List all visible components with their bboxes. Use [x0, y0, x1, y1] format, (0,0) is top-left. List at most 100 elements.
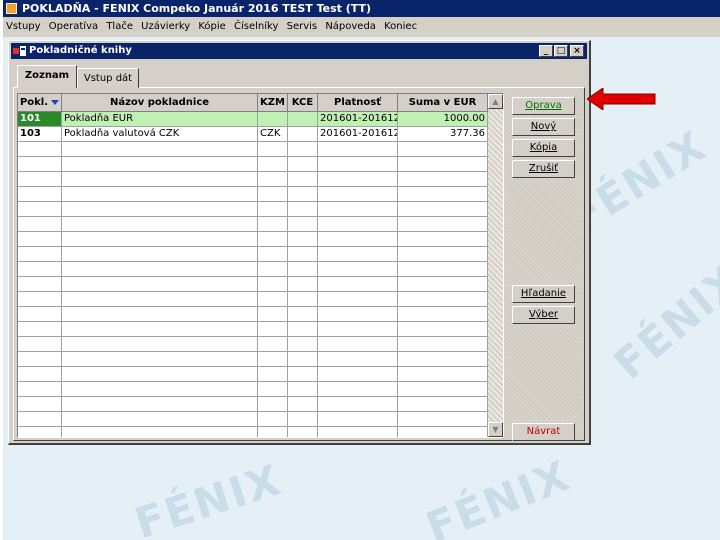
cell-kzm [258, 112, 288, 127]
menu-napoveda[interactable]: Nápoveda [322, 17, 378, 37]
hladanie-button[interactable]: Hľadanie [512, 285, 575, 303]
menu-ciselniky[interactable]: Číselníky [231, 17, 280, 37]
empty-cell [62, 352, 258, 367]
empty-table-row [18, 142, 488, 157]
cell-valid: 201601-201612 [318, 112, 398, 127]
empty-cell [398, 337, 488, 352]
scroll-down-button[interactable]: ▼ [488, 422, 503, 437]
sort-down-icon [51, 99, 60, 105]
empty-cell [62, 247, 258, 262]
tab-zoznam[interactable]: Zoznam [17, 65, 77, 88]
empty-cell [398, 352, 488, 367]
empty-cell [18, 217, 62, 232]
empty-cell [18, 337, 62, 352]
empty-cell [62, 367, 258, 382]
empty-table-row [18, 337, 488, 352]
empty-cell [318, 337, 398, 352]
empty-cell [258, 187, 288, 202]
column-header-kzm[interactable]: KZM [258, 94, 288, 112]
empty-cell [398, 217, 488, 232]
scroll-up-button[interactable]: ▲ [488, 94, 503, 109]
empty-cell [62, 142, 258, 157]
empty-cell [288, 367, 318, 382]
maximize-button[interactable]: □ [554, 45, 568, 57]
empty-table-row [18, 247, 488, 262]
empty-cell [18, 142, 62, 157]
menu-operativa[interactable]: Operatíva [46, 17, 100, 37]
table-row[interactable]: 101 Pokladňa EUR 201601-201612 1000.00 [18, 112, 488, 127]
vertical-scrollbar[interactable]: ▲ ▼ [488, 94, 503, 437]
cell-name: Pokladňa EUR [62, 112, 258, 127]
close-button[interactable]: × [570, 45, 584, 57]
empty-cell [18, 247, 62, 262]
empty-cell [398, 232, 488, 247]
empty-cell [318, 217, 398, 232]
column-header-kce[interactable]: KCE [288, 94, 318, 112]
empty-cell [18, 427, 62, 437]
red-arrow-icon [587, 88, 656, 110]
empty-cell [288, 172, 318, 187]
column-header-nazov[interactable]: Názov pokladnice [62, 94, 258, 112]
empty-cell [62, 172, 258, 187]
tab-vstup-dat[interactable]: Vstup dát [77, 68, 139, 88]
empty-cell [288, 232, 318, 247]
empty-cell [18, 187, 62, 202]
menu-uzavierky[interactable]: Uzávierky [138, 17, 192, 37]
empty-cell [318, 157, 398, 172]
app-title-bar: POKLADŇA - FENIX Compeko Január 2016 TES… [3, 0, 720, 17]
empty-cell [18, 202, 62, 217]
empty-cell [62, 427, 258, 437]
empty-cell [318, 262, 398, 277]
empty-cell [258, 202, 288, 217]
empty-table-row [18, 352, 488, 367]
empty-cell [318, 292, 398, 307]
cell-code: 103 [18, 127, 62, 142]
cell-valid: 201601-201612 [318, 127, 398, 142]
menu-servis[interactable]: Servis [284, 17, 320, 37]
empty-cell [62, 307, 258, 322]
cell-code: 101 [18, 112, 62, 127]
menu-tlace[interactable]: Tlače [103, 17, 135, 37]
empty-table-row [18, 232, 488, 247]
empty-cell [258, 367, 288, 382]
menu-koniec[interactable]: Koniec [381, 17, 419, 37]
menu-kopie[interactable]: Kópie [195, 17, 227, 37]
empty-cell [288, 217, 318, 232]
empty-table-row [18, 202, 488, 217]
empty-cell [62, 157, 258, 172]
empty-table-row [18, 397, 488, 412]
app-icon [6, 3, 17, 14]
empty-cell [398, 427, 488, 437]
table-body: 101 Pokladňa EUR 201601-201612 1000.00 1… [18, 112, 488, 437]
cell-sum: 1000.00 [398, 112, 488, 127]
column-header-suma[interactable]: Suma v EUR [398, 94, 488, 112]
empty-cell [62, 337, 258, 352]
empty-cell [258, 382, 288, 397]
column-header-platnost[interactable]: Platnosť [318, 94, 398, 112]
empty-table-row [18, 277, 488, 292]
empty-cell [398, 322, 488, 337]
empty-cell [288, 142, 318, 157]
empty-cell [62, 232, 258, 247]
empty-cell [18, 157, 62, 172]
novy-button[interactable]: Nový [512, 118, 575, 136]
empty-cell [18, 352, 62, 367]
table-header: Pokl. Názov pokladnice KZM KCE Platnosť … [18, 94, 488, 112]
empty-cell [258, 397, 288, 412]
vyber-button[interactable]: Výber [512, 306, 575, 324]
oprava-button[interactable]: Oprava [512, 97, 575, 115]
empty-cell [318, 367, 398, 382]
empty-cell [18, 292, 62, 307]
zrusit-button[interactable]: Zrušiť [512, 160, 575, 178]
empty-cell [62, 262, 258, 277]
table-row[interactable]: 103 Pokladňa valutová CZK CZK 201601-201… [18, 127, 488, 142]
empty-cell [62, 382, 258, 397]
navrat-button[interactable]: Návrat [512, 423, 575, 441]
minimize-button[interactable]: _ [539, 45, 553, 57]
menu-vstupy[interactable]: Vstupy [3, 17, 43, 37]
empty-cell [258, 157, 288, 172]
kopia-button[interactable]: Kópia [512, 139, 575, 157]
column-header-pokl[interactable]: Pokl. [18, 94, 62, 112]
empty-cell [288, 262, 318, 277]
empty-cell [318, 352, 398, 367]
